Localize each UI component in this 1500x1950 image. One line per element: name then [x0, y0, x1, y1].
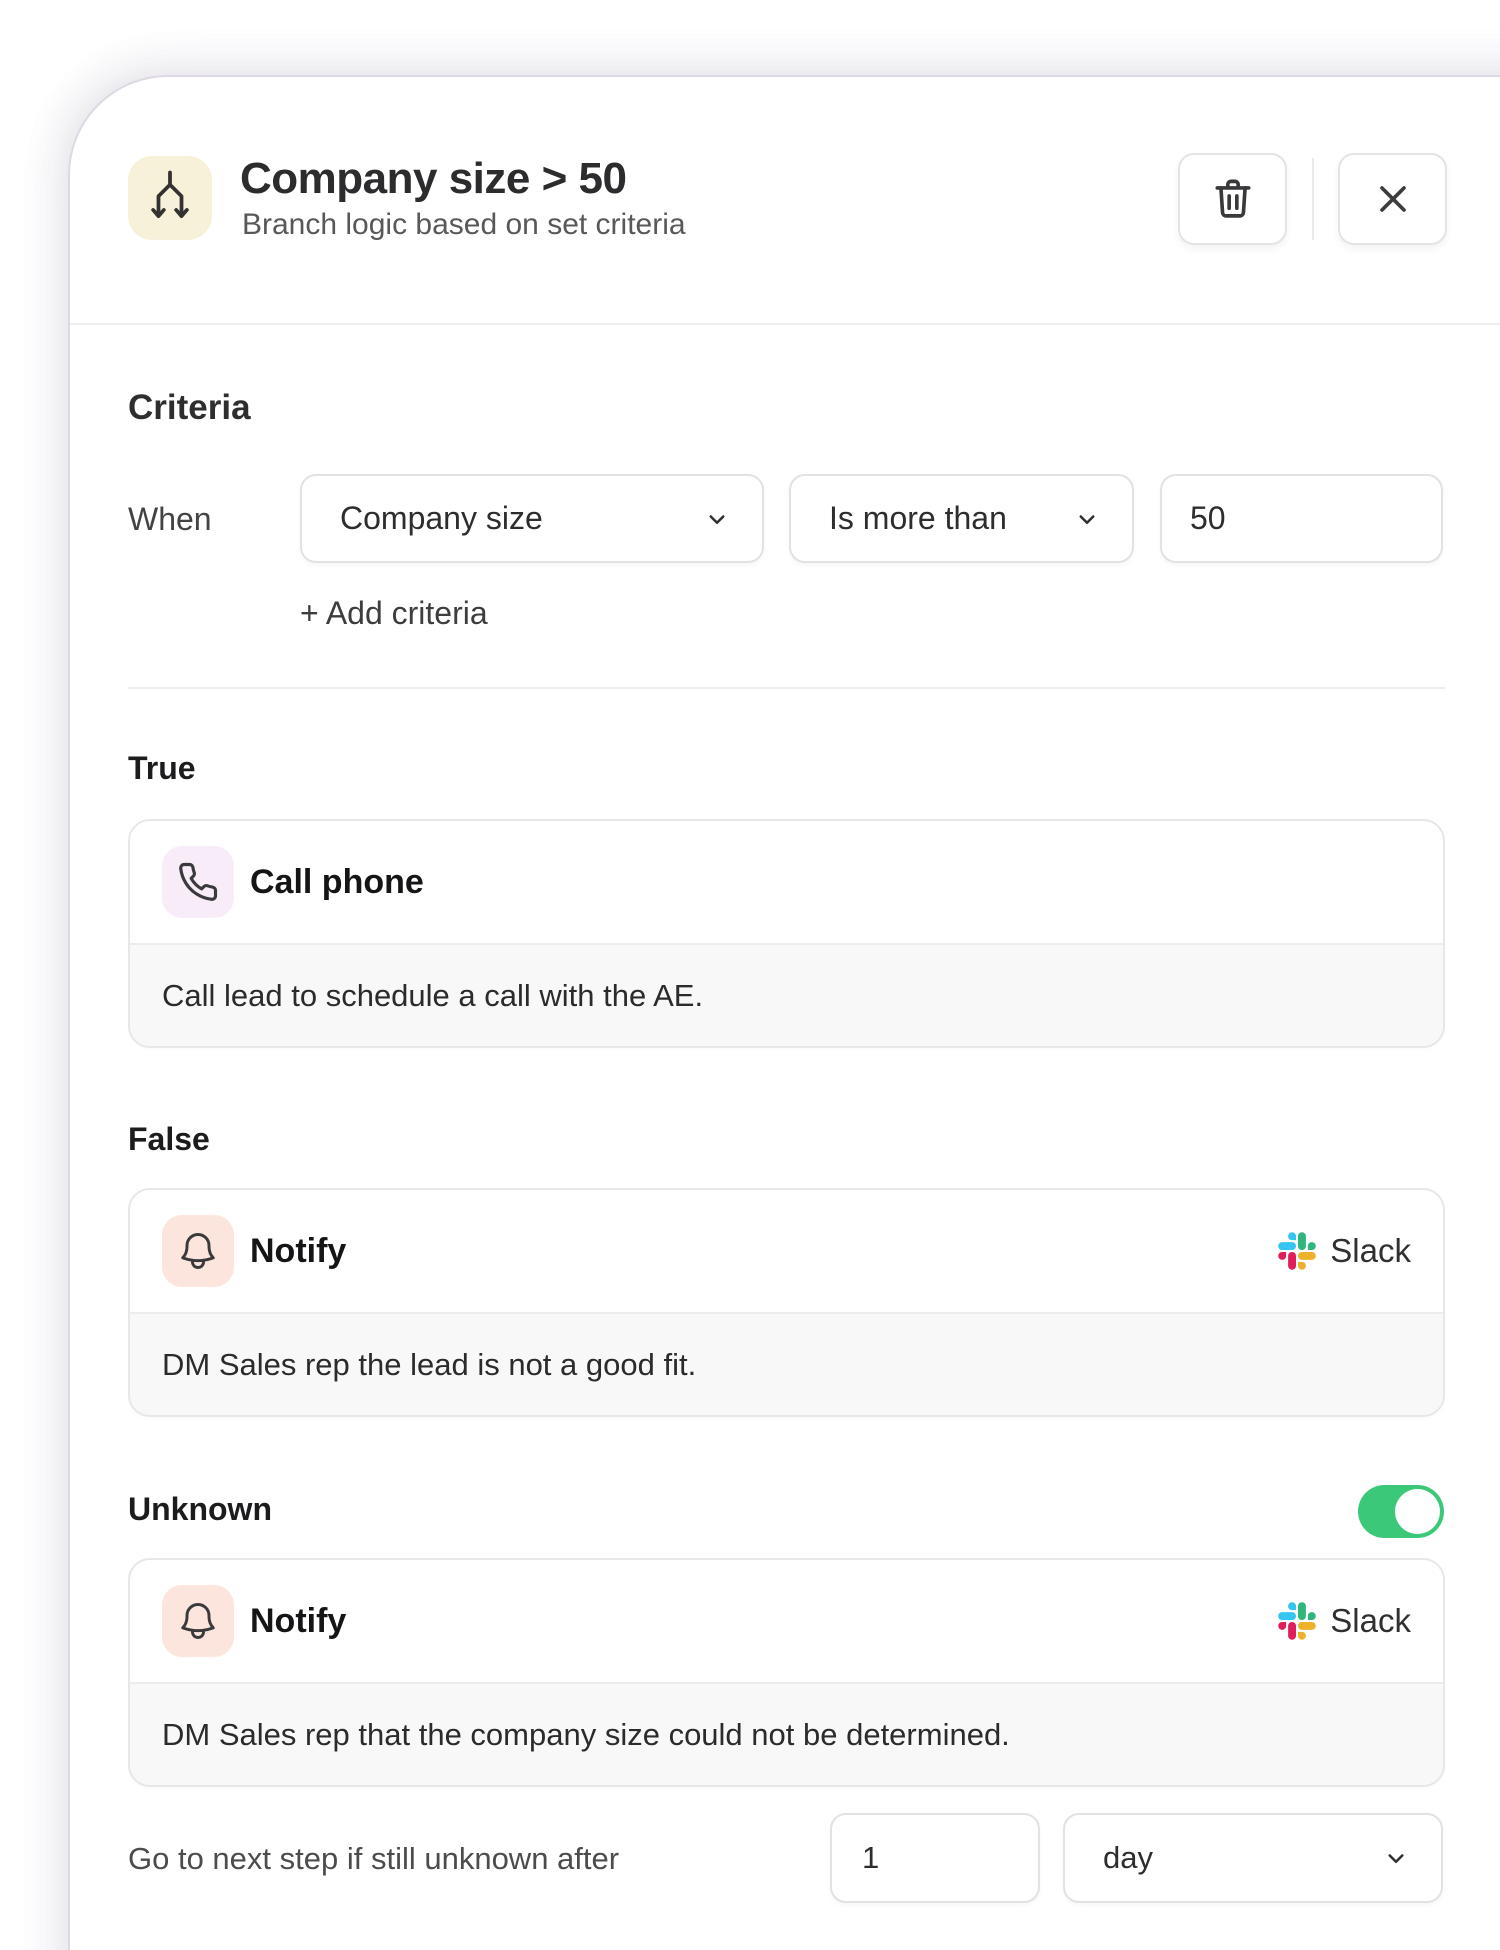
action-description: Call lead to schedule a call with the AE…: [130, 943, 1443, 1046]
header-divider: [70, 323, 1500, 325]
action-icon-badge: [162, 1585, 234, 1657]
bell-icon: [176, 1599, 220, 1643]
action-card-notify-unknown[interactable]: Notify Slack DM Sales rep: [128, 1558, 1445, 1787]
action-card-header: Notify Slack: [130, 1190, 1443, 1312]
bell-icon: [176, 1229, 220, 1273]
integration-badge-slack: Slack: [1278, 1602, 1411, 1640]
delete-step-button[interactable]: [1178, 153, 1287, 245]
branch-step-icon-badge: [128, 156, 212, 240]
unknown-delay-value-input[interactable]: [830, 1813, 1040, 1903]
action-description: DM Sales rep that the company size could…: [130, 1682, 1443, 1785]
chevron-down-icon: [1072, 504, 1102, 534]
slack-logo-icon: [1278, 1602, 1316, 1640]
action-card-header: Notify Slack: [130, 1560, 1443, 1682]
slack-logo-icon: [1278, 1232, 1316, 1270]
criteria-value-input[interactable]: [1160, 474, 1443, 563]
chevron-down-icon: [1381, 1843, 1411, 1873]
criteria-field-select[interactable]: Company size: [300, 474, 764, 563]
criteria-divider: [128, 687, 1445, 689]
criteria-operator-value: Is more than: [829, 500, 1007, 537]
action-icon-badge: [162, 1215, 234, 1287]
integration-name: Slack: [1330, 1232, 1411, 1270]
unknown-delay-unit-select[interactable]: day: [1063, 1813, 1443, 1903]
close-icon: [1371, 177, 1415, 221]
branch-split-icon: [143, 167, 197, 229]
integration-name: Slack: [1330, 1602, 1411, 1640]
chevron-down-icon: [702, 504, 732, 534]
action-title: Notify: [250, 1232, 346, 1271]
unknown-delay-label: Go to next step if still unknown after: [128, 1841, 619, 1877]
when-label: When: [128, 501, 212, 538]
phone-icon: [177, 861, 219, 903]
unknown-delay-unit-value: day: [1103, 1840, 1153, 1876]
action-icon-badge: [162, 846, 234, 918]
toggle-knob: [1395, 1489, 1440, 1534]
workflow-step-editor: Company size > 50 Branch logic based on …: [0, 0, 1500, 1950]
branch-label-unknown: Unknown: [128, 1491, 272, 1528]
header-button-divider: [1312, 158, 1314, 240]
action-title: Call phone: [250, 863, 424, 902]
close-panel-button[interactable]: [1338, 153, 1447, 245]
action-title: Notify: [250, 1602, 346, 1641]
action-card-header: Call phone: [130, 821, 1443, 943]
criteria-operator-select[interactable]: Is more than: [789, 474, 1134, 563]
page-subtitle: Branch logic based on set criteria: [242, 208, 686, 242]
trash-icon: [1210, 176, 1256, 222]
criteria-heading: Criteria: [128, 388, 251, 428]
action-description: DM Sales rep the lead is not a good fit.: [130, 1312, 1443, 1415]
branch-label-true: True: [128, 750, 196, 787]
criteria-field-value: Company size: [340, 500, 543, 537]
branch-label-false: False: [128, 1121, 210, 1158]
action-card-notify-false[interactable]: Notify Slack DM Sales rep: [128, 1188, 1445, 1417]
integration-badge-slack: Slack: [1278, 1232, 1411, 1270]
page-title: Company size > 50: [240, 154, 626, 204]
action-card-call-phone[interactable]: Call phone Call lead to schedule a call …: [128, 819, 1445, 1048]
add-criteria-button[interactable]: + Add criteria: [300, 595, 488, 632]
unknown-branch-toggle[interactable]: [1358, 1485, 1444, 1538]
